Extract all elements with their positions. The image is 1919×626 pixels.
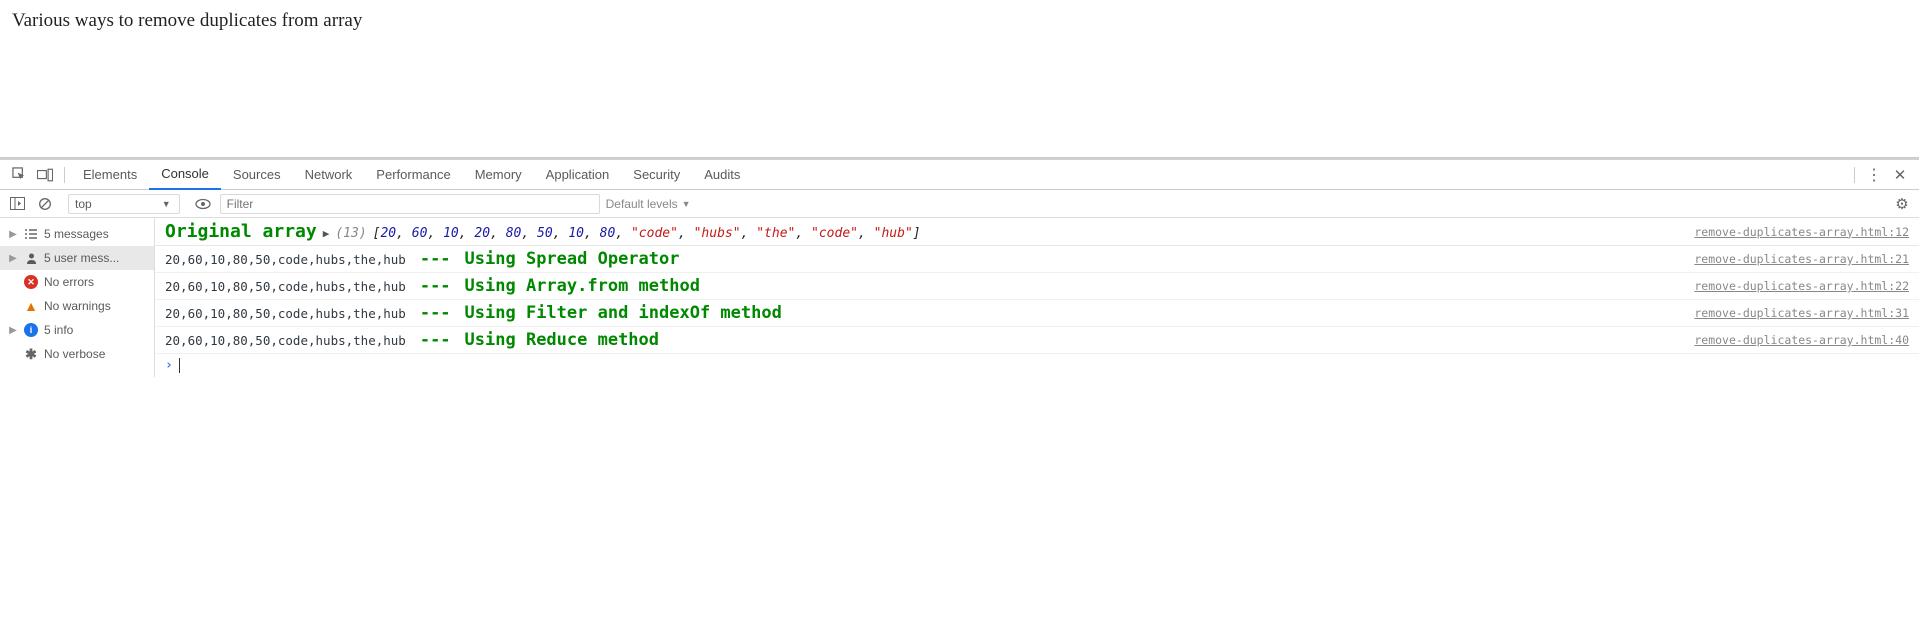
result-values: 20,60,10,80,50,code,hubs,the,hub [165, 306, 406, 321]
sidebar-item-error[interactable]: ✕ No errors [0, 270, 154, 294]
separator-dashes: --- [420, 330, 451, 350]
toggle-sidebar-icon[interactable] [6, 193, 28, 215]
sidebar-item-label: No warnings [44, 299, 111, 313]
source-link[interactable]: remove-duplicates-array.html:21 [1694, 252, 1909, 266]
cursor [179, 358, 180, 373]
array-preview[interactable]: [20, 60, 10, 20, 80, 50, 10, 80, "code",… [373, 226, 921, 241]
sidebar-item-label: 5 info [44, 323, 73, 337]
expand-object-icon[interactable]: ▶ [323, 227, 330, 240]
console-message: 20,60,10,80,50,code,hubs,the,hub --- Usi… [155, 300, 1919, 327]
levels-label: Default levels [606, 197, 678, 211]
sidebar-item-label: No errors [44, 275, 94, 289]
filter-input[interactable] [220, 194, 600, 214]
dropdown-icon: ▼ [162, 199, 171, 209]
result-values: 20,60,10,80,50,code,hubs,the,hub [165, 252, 406, 267]
source-link[interactable]: remove-duplicates-array.html:40 [1694, 333, 1909, 347]
separator [64, 167, 65, 183]
dropdown-icon: ▼ [682, 199, 691, 209]
console-body: ▶ 5 messages ▶ 5 user mess... ✕ No errors ▲ No … [0, 218, 1919, 377]
message-label: Original array [165, 221, 317, 242]
separator-dashes: --- [420, 303, 451, 323]
error-icon: ✕ [24, 275, 38, 289]
separator [1854, 167, 1855, 183]
console-message: 20,60,10,80,50,code,hubs,the,hub --- Usi… [155, 246, 1919, 273]
array-length: (13) [335, 226, 366, 241]
source-link[interactable]: remove-duplicates-array.html:31 [1694, 306, 1909, 320]
message-content: 20,60,10,80,50,code,hubs,the,hub --- Usi… [165, 330, 659, 350]
tab-memory[interactable]: Memory [463, 160, 534, 190]
clear-console-icon[interactable] [34, 193, 56, 215]
method-label: Using Filter and indexOf method [465, 303, 782, 323]
console-prompt[interactable]: › [155, 354, 1919, 377]
separator-dashes: --- [420, 249, 451, 269]
tab-audits[interactable]: Audits [692, 160, 752, 190]
sidebar-item-label: 5 messages [44, 227, 109, 241]
expand-icon: ▶ [8, 325, 18, 336]
console-message: 20,60,10,80,50,code,hubs,the,hub --- Usi… [155, 327, 1919, 354]
expand-icon: ▶ [8, 253, 18, 264]
info-icon: i [24, 323, 38, 337]
tabs-container: ElementsConsoleSourcesNetworkPerformance… [71, 160, 752, 190]
debug-icon: ✱ [24, 347, 38, 361]
result-values: 20,60,10,80,50,code,hubs,the,hub [165, 279, 406, 294]
console-messages: Original array ▶ (13) [20, 60, 10, 20, 8… [155, 218, 1919, 377]
devtools-tabbar: ElementsConsoleSourcesNetworkPerformance… [0, 160, 1919, 190]
sidebar-item-list[interactable]: ▶ 5 messages [0, 222, 154, 246]
sidebar-item-user[interactable]: ▶ 5 user mess... [0, 246, 154, 270]
source-link[interactable]: remove-duplicates-array.html:12 [1694, 225, 1909, 239]
page-title: Various ways to remove duplicates from a… [12, 10, 1907, 32]
prompt-caret-icon: › [165, 358, 173, 373]
list-icon [24, 227, 38, 241]
method-label: Using Reduce method [465, 330, 659, 350]
devtools-menu-icon[interactable]: ⋮ [1861, 162, 1887, 188]
devtools-panel: ElementsConsoleSourcesNetworkPerformance… [0, 158, 1919, 377]
warning-icon: ▲ [24, 299, 38, 313]
tab-application[interactable]: Application [534, 160, 622, 190]
tab-console[interactable]: Console [149, 160, 221, 190]
tab-performance[interactable]: Performance [364, 160, 462, 190]
sidebar-item-debug[interactable]: ✱ No verbose [0, 342, 154, 366]
source-link[interactable]: remove-duplicates-array.html:22 [1694, 279, 1909, 293]
tab-sources[interactable]: Sources [221, 160, 293, 190]
sidebar-item-info[interactable]: ▶ i 5 info [0, 318, 154, 342]
sidebar-item-label: 5 user mess... [44, 251, 119, 265]
message-content: 20,60,10,80,50,code,hubs,the,hub --- Usi… [165, 249, 679, 269]
tab-network[interactable]: Network [293, 160, 365, 190]
log-levels-selector[interactable]: Default levels ▼ [606, 197, 691, 211]
context-label: top [75, 197, 92, 211]
page-content: Various ways to remove duplicates from a… [0, 0, 1919, 158]
user-icon [24, 251, 38, 265]
method-label: Using Spread Operator [465, 249, 680, 269]
context-selector[interactable]: top ▼ [68, 194, 180, 214]
console-message: Original array ▶ (13) [20, 60, 10, 20, 8… [155, 218, 1919, 246]
console-message: 20,60,10,80,50,code,hubs,the,hub --- Usi… [155, 273, 1919, 300]
close-devtools-icon[interactable]: ✕ [1887, 162, 1913, 188]
message-content: 20,60,10,80,50,code,hubs,the,hub --- Usi… [165, 276, 700, 296]
sidebar-item-label: No verbose [44, 347, 105, 361]
live-expression-icon[interactable] [192, 193, 214, 215]
message-content: Original array ▶ (13) [20, 60, 10, 20, 8… [165, 221, 921, 242]
sidebar-item-warning[interactable]: ▲ No warnings [0, 294, 154, 318]
expand-icon: ▶ [8, 229, 18, 240]
message-content: 20,60,10,80,50,code,hubs,the,hub --- Usi… [165, 303, 782, 323]
tab-elements[interactable]: Elements [71, 160, 149, 190]
console-filterbar: top ▼ Default levels ▼ ⚙ [0, 190, 1919, 218]
device-toolbar-icon[interactable] [32, 162, 58, 188]
console-sidebar: ▶ 5 messages ▶ 5 user mess... ✕ No errors ▲ No … [0, 218, 155, 377]
inspect-element-icon[interactable] [6, 162, 32, 188]
tab-security[interactable]: Security [621, 160, 692, 190]
method-label: Using Array.from method [465, 276, 700, 296]
separator-dashes: --- [420, 276, 451, 296]
result-values: 20,60,10,80,50,code,hubs,the,hub [165, 333, 406, 348]
console-settings-icon[interactable]: ⚙ [1891, 193, 1913, 215]
